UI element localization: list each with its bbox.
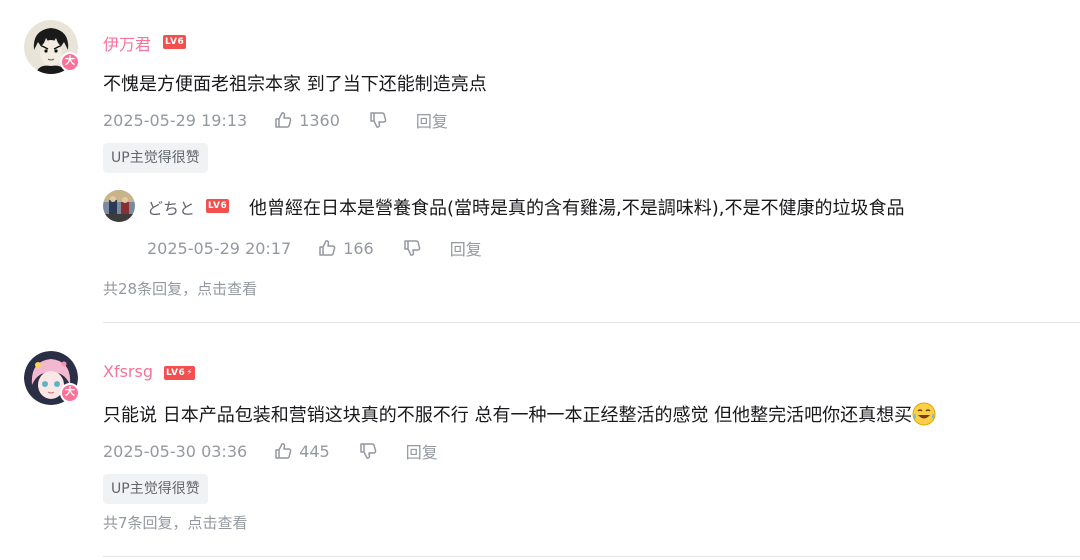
up-liked-badge: UP主觉得很赞 — [103, 474, 208, 504]
sub-reply-username[interactable]: どちと — [147, 195, 195, 219]
comment-text: 只能说 日本产品包装和营销这块真的不服不行 总有一种一本正经整活的感觉 但他整完… — [103, 405, 913, 426]
reply-button[interactable]: 回复 — [416, 108, 448, 132]
comment-meta: 2025-05-29 19:13 1360 回复 — [103, 108, 448, 132]
view-more-replies[interactable]: 共28条回复，点击查看 — [103, 278, 257, 299]
level-badge: LV6 — [206, 199, 230, 213]
dislike-button[interactable] — [402, 238, 422, 258]
laughing-tears-emoji — [912, 402, 936, 426]
level-badge: LV6⚡ — [164, 366, 196, 380]
avatar[interactable]: 大 — [24, 351, 80, 405]
sub-reply-meta: 2025-05-29 20:17 166 回复 — [147, 236, 482, 260]
level-label: LV6 — [208, 201, 228, 211]
comment-time: 2025-05-29 19:13 — [103, 110, 248, 130]
view-more-replies[interactable]: 共7条回复，点击查看 — [103, 512, 248, 533]
thumb-up-icon — [319, 240, 336, 256]
thumb-down-icon — [370, 112, 387, 128]
dislike-button[interactable] — [358, 441, 378, 461]
avatar[interactable]: 大 — [24, 20, 80, 74]
divider — [103, 322, 1080, 323]
divider — [103, 556, 1080, 557]
like-count: 166 — [343, 238, 374, 258]
reply-button[interactable]: 回复 — [450, 236, 482, 260]
sub-reply-content: 他曾經在日本是營養食品(當時是真的含有雞湯,不是調味料),不是不健康的垃圾食品 — [249, 198, 905, 219]
level-badge: LV6 — [163, 35, 187, 49]
comment-meta: 2025-05-30 03:36 445 回复 — [103, 439, 438, 463]
thumb-up-icon — [275, 443, 292, 459]
level-label: LV6 — [166, 368, 186, 378]
sub-reply-avatar[interactable] — [103, 190, 135, 222]
like-count: 1360 — [299, 110, 340, 130]
comment-content: 不愧是方便面老祖宗本家 到了当下还能制造亮点 — [103, 74, 487, 95]
like-button[interactable]: 1360 — [273, 110, 340, 130]
thumb-down-icon — [359, 443, 377, 459]
up-liked-badge: UP主觉得很赞 — [103, 143, 208, 173]
comment-item: 大 伊万君 LV6 不愧是方便面老祖宗本家 到了当下还能制造亮点 2025-05… — [0, 0, 1080, 323]
avatar-image — [103, 190, 135, 222]
comment-time: 2025-05-30 03:36 — [103, 441, 248, 461]
reply-button[interactable]: 回复 — [406, 439, 438, 463]
like-count: 445 — [299, 441, 330, 461]
level-label: LV6 — [165, 37, 185, 47]
thumb-up-icon — [275, 112, 292, 128]
vip-badge: 大 — [60, 52, 80, 72]
username[interactable]: Xfsrsg — [103, 362, 153, 381]
dislike-button[interactable] — [368, 110, 388, 130]
like-button[interactable]: 166 — [317, 238, 374, 258]
thumb-down-icon — [403, 240, 421, 256]
comment-content: 只能说 日本产品包装和营销这块真的不服不行 总有一种一本正经整活的感觉 但他整完… — [103, 401, 936, 427]
lightning-icon: ⚡ — [186, 368, 194, 378]
username[interactable]: 伊万君 — [103, 31, 151, 55]
like-button[interactable]: 445 — [273, 441, 330, 461]
sub-reply-time: 2025-05-29 20:17 — [147, 238, 292, 258]
vip-badge: 大 — [60, 383, 80, 403]
